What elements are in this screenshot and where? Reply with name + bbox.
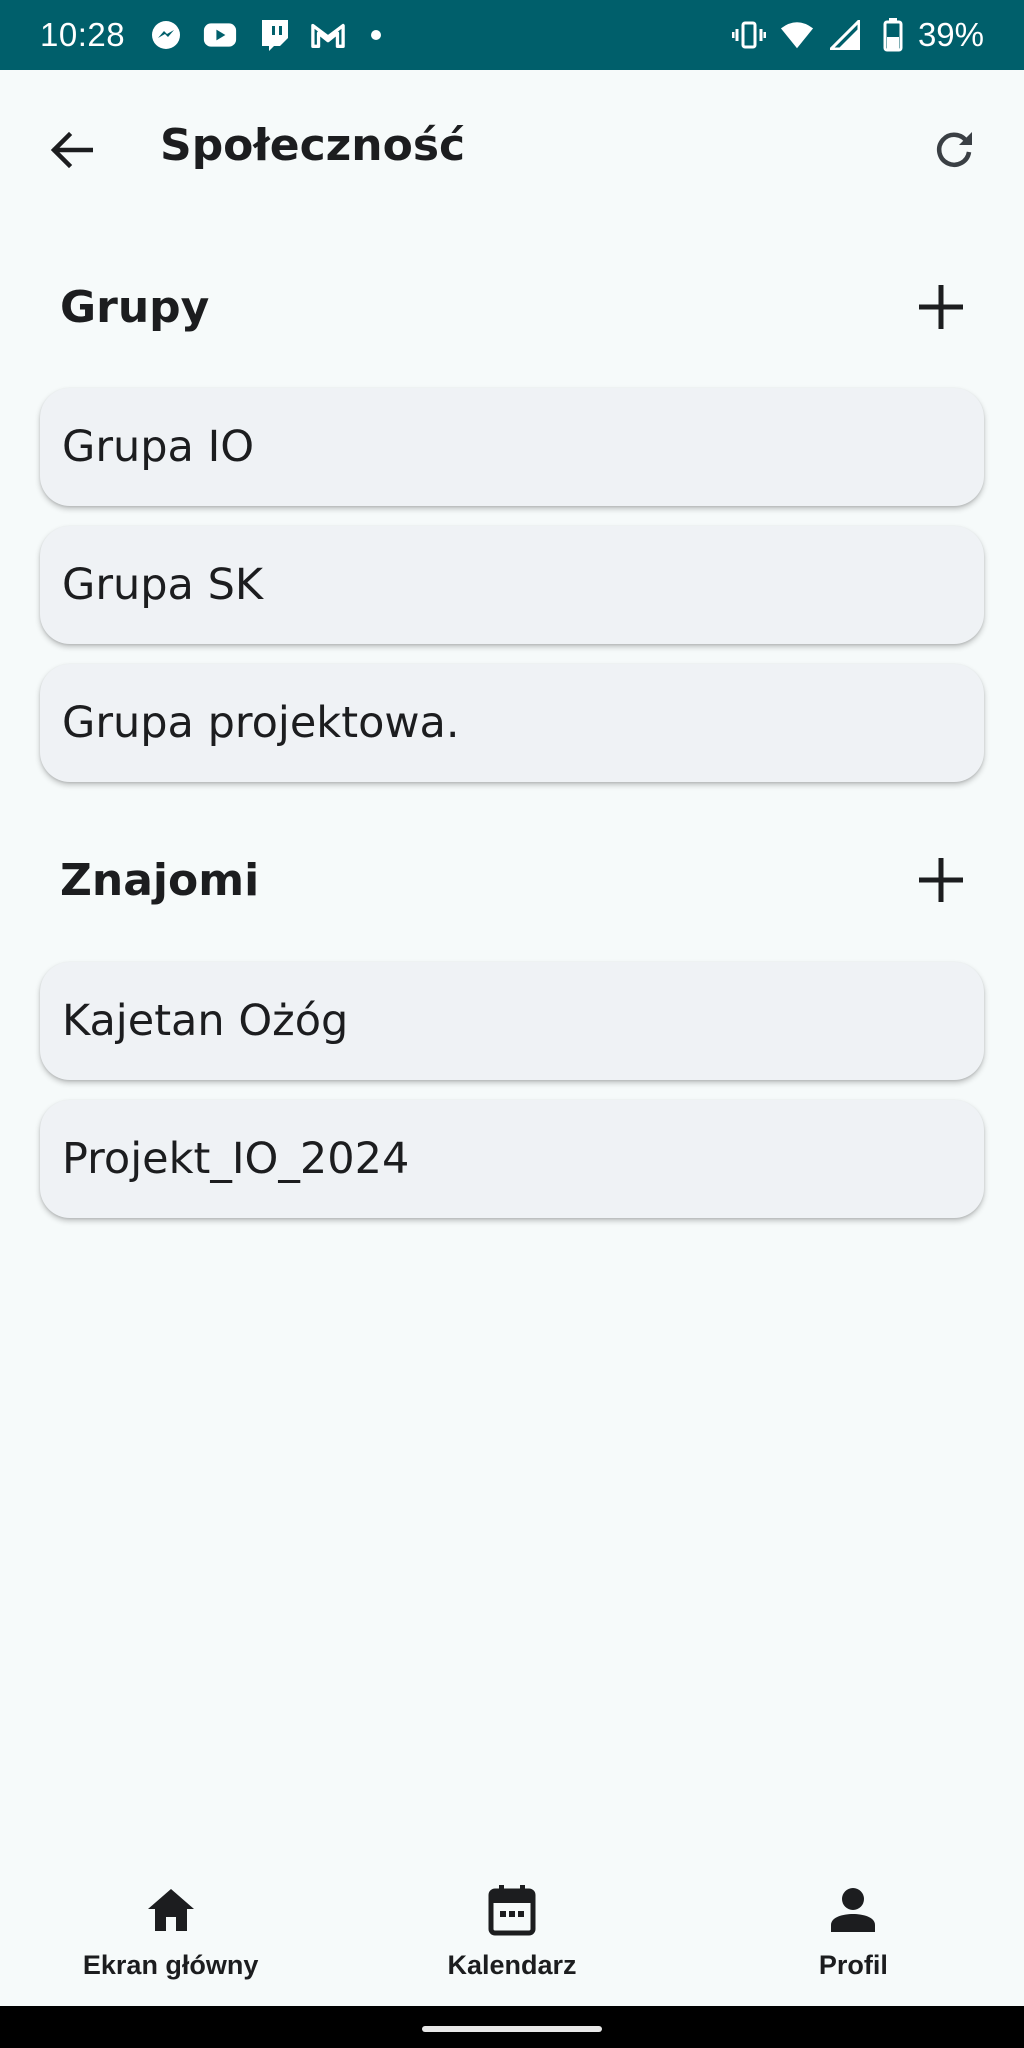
twitch-icon xyxy=(257,18,291,52)
vibrate-icon xyxy=(731,18,766,52)
nav-item-calendar[interactable]: Kalendarz xyxy=(341,1855,682,2005)
calendar-icon xyxy=(482,1880,542,1940)
battery-level: 39% xyxy=(917,16,984,53)
refresh-button[interactable] xyxy=(926,122,982,178)
group-list-item[interactable]: Grupa projektowa. xyxy=(40,664,984,782)
messenger-icon xyxy=(149,18,183,52)
nav-label-home: Ekran główny xyxy=(82,1950,259,1980)
nav-label-calendar: Kalendarz xyxy=(447,1950,577,1980)
arrow-back-icon xyxy=(50,131,93,169)
youtube-icon xyxy=(203,18,237,52)
add-group-button[interactable] xyxy=(906,272,976,342)
friend-list-item[interactable]: Projekt_IO_2024 xyxy=(40,1100,984,1218)
bottom-navigation: Ekran główny Kalendarz Profil xyxy=(0,1855,1024,2005)
nav-item-profile[interactable]: Profil xyxy=(683,1855,1024,2005)
friends-title: Znajomi xyxy=(60,854,260,906)
groups-title: Grupy xyxy=(60,281,210,333)
status-time: 10:28 xyxy=(40,16,126,53)
group-list-item[interactable]: Grupa SK xyxy=(40,526,984,644)
home-icon xyxy=(141,1880,201,1940)
plus-icon xyxy=(919,285,963,329)
nav-label-profile: Profil xyxy=(818,1950,888,1980)
nav-item-home[interactable]: Ekran główny xyxy=(0,1855,341,2005)
signal-icon xyxy=(828,18,862,52)
person-icon xyxy=(823,1880,883,1940)
gesture-handle[interactable] xyxy=(422,2026,602,2032)
page-title: Społeczność xyxy=(160,120,466,171)
dot-icon xyxy=(371,30,382,40)
system-navigation-bar xyxy=(0,2006,1024,2048)
top-app-bar: Społeczność xyxy=(0,70,1024,225)
refresh-icon xyxy=(936,132,972,167)
wifi-icon xyxy=(780,18,814,52)
plus-icon xyxy=(919,858,963,902)
gmail-icon xyxy=(311,18,345,52)
add-friend-button[interactable] xyxy=(906,845,976,915)
groups-section-header: Grupy xyxy=(60,272,964,342)
friends-section-header: Znajomi xyxy=(60,845,964,915)
group-list-item[interactable]: Grupa IO xyxy=(40,388,984,506)
back-button[interactable] xyxy=(40,122,102,178)
friend-list-item[interactable]: Kajetan Ożóg xyxy=(40,962,984,1080)
battery-icon xyxy=(876,18,910,52)
status-bar: 10:28 39% xyxy=(0,0,1024,70)
